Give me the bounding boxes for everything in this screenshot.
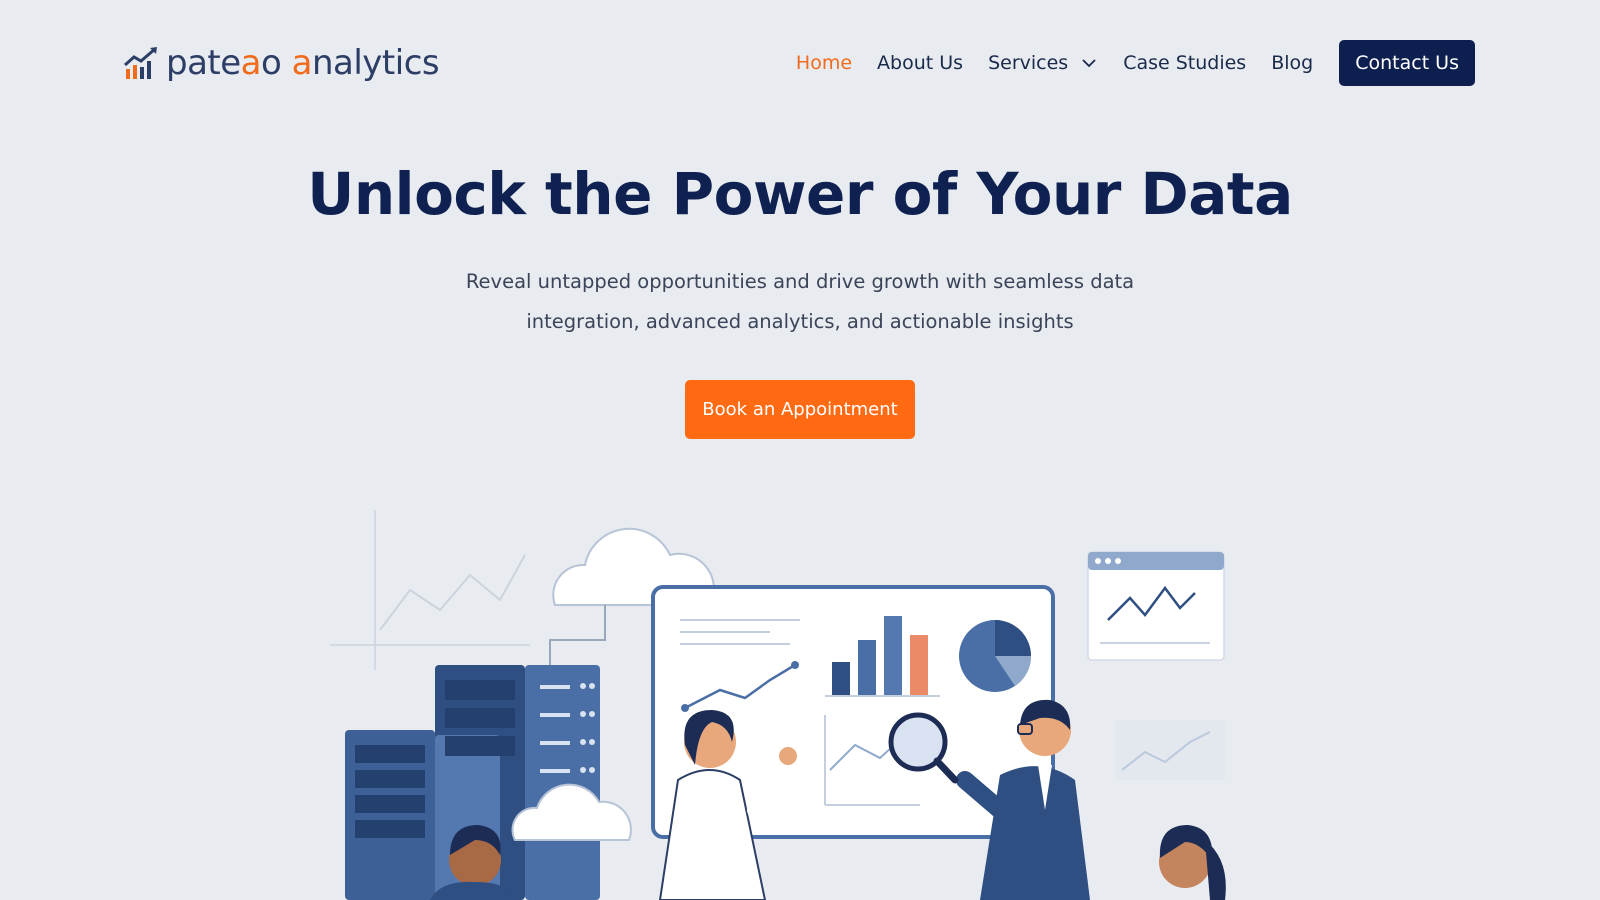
nav-services[interactable]: Services	[988, 52, 1098, 74]
hero-subtitle-line2: integration, advanced analytics, and act…	[526, 310, 1074, 333]
book-appointment-button[interactable]: Book an Appointment	[685, 380, 915, 439]
nav-case-studies[interactable]: Case Studies	[1123, 52, 1246, 74]
floating-chart-window	[1087, 551, 1225, 661]
person-right-figure	[1159, 825, 1226, 900]
nav-home[interactable]: Home	[796, 52, 852, 74]
bar-chart-trend-icon	[124, 47, 157, 79]
background-small-chart	[1115, 720, 1225, 780]
hero-illustration	[330, 510, 1226, 900]
contact-us-button[interactable]: Contact Us	[1339, 40, 1475, 86]
nav-blog[interactable]: Blog	[1271, 52, 1313, 74]
nav-about-us[interactable]: About Us	[877, 52, 963, 74]
nav-services-label: Services	[988, 52, 1069, 74]
hero-subtitle-line1: Reveal untapped opportunities and drive …	[465, 270, 1135, 293]
background-line-chart	[330, 510, 530, 670]
brand-logo[interactable]: pateao analytics	[124, 38, 440, 88]
hero-title: Unlock the Power of Your Data	[307, 160, 1293, 228]
hero-subtitle: Reveal untapped opportunities and drive …	[400, 262, 1200, 342]
brand-name: pateao analytics	[166, 43, 440, 83]
site-header: pateao analytics Home About Us Services …	[0, 0, 1600, 126]
chevron-down-icon	[1082, 59, 1096, 68]
main-nav: Home About Us Services Case Studies Blog…	[771, 40, 1475, 86]
